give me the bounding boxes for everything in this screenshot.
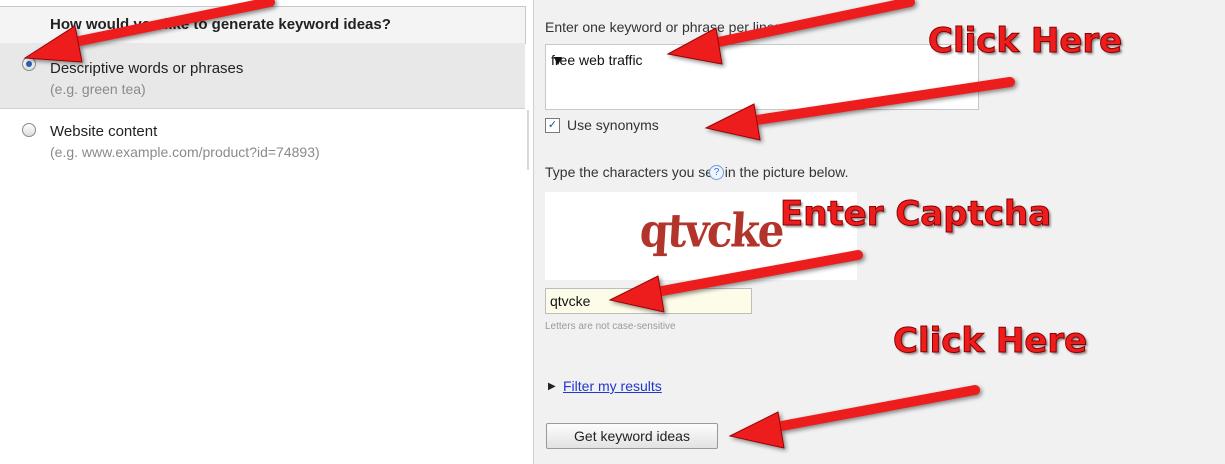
keyword-prompt: Enter one keyword or phrase per line: — [545, 19, 779, 35]
option-label-website: Website content — [50, 123, 158, 140]
keyword-textarea[interactable]: free web traffic ▼ — [545, 44, 979, 110]
use-synonyms-label: Use synonyms — [567, 117, 659, 133]
checkbox-checked-icon[interactable]: ✓ — [545, 118, 560, 133]
filter-results-link[interactable]: Filter my results — [563, 378, 662, 394]
option-example-descriptive: (e.g. green tea) — [50, 81, 146, 97]
captcha-input-value: qtvcke — [550, 293, 591, 309]
captcha-prompt: Type the characters you see in the pictu… — [545, 164, 849, 180]
help-icon[interactable]: ? — [709, 165, 724, 180]
radio-unselected-icon[interactable] — [22, 123, 36, 137]
annotation-click-here-top: Click Here — [927, 21, 1123, 62]
left-panel: How would you like to generate keyword i… — [0, 0, 533, 464]
annotation-enter-captcha: Enter Captcha — [779, 194, 1052, 235]
option-label-descriptive: Descriptive words or phrases — [50, 60, 244, 77]
option-example-website: (e.g. www.example.com/product?id=74893) — [50, 144, 320, 160]
resize-handle-icon[interactable]: ▼ — [551, 52, 565, 68]
captcha-text: qtvcke — [638, 203, 785, 258]
get-keyword-ideas-button[interactable]: Get keyword ideas — [546, 423, 718, 449]
radio-selected-icon[interactable] — [22, 57, 36, 71]
triangle-right-icon[interactable]: ▶ — [548, 381, 556, 392]
left-panel-title: How would you like to generate keyword i… — [50, 16, 391, 33]
annotation-click-here-bottom: Click Here — [892, 321, 1088, 362]
captcha-hint: Letters are not case-sensitive — [545, 321, 676, 332]
option-website-content[interactable]: Website content (e.g. www.example.com/pr… — [0, 110, 525, 180]
left-panel-header: How would you like to generate keyword i… — [0, 6, 526, 44]
captcha-input[interactable]: qtvcke — [545, 288, 752, 314]
panel-divider — [527, 110, 529, 170]
option-descriptive-words[interactable]: Descriptive words or phrases (e.g. green… — [0, 43, 525, 109]
